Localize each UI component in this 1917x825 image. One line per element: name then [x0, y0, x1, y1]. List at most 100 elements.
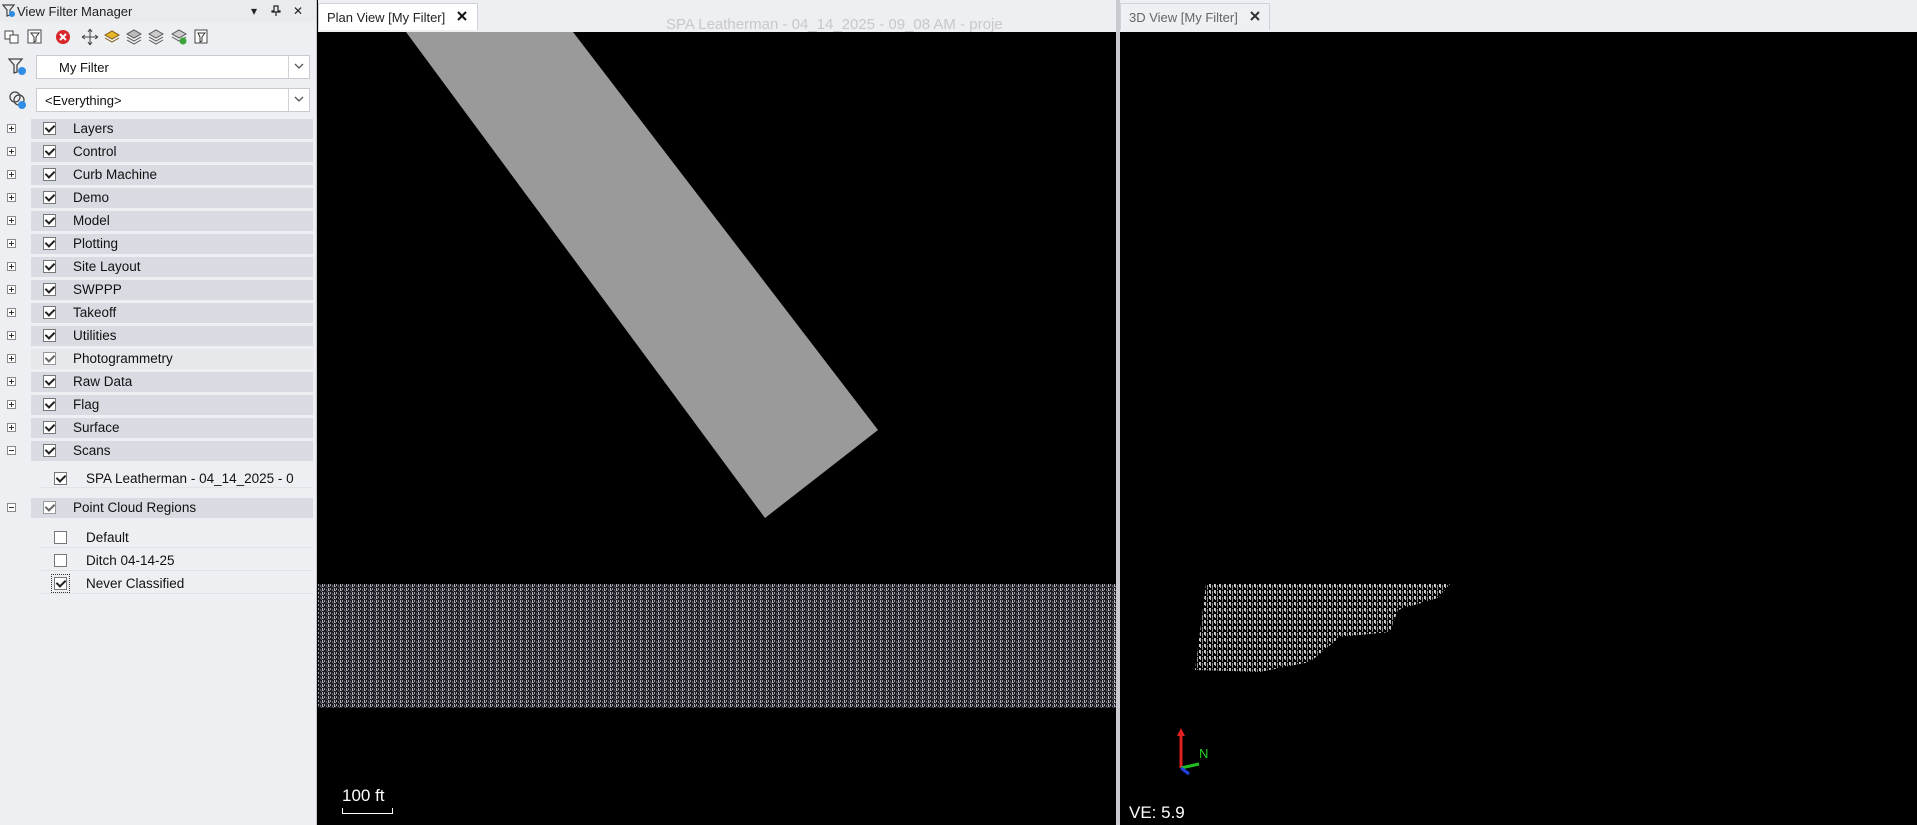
collapse-icon[interactable] — [7, 503, 16, 512]
tree-item-checkbox[interactable] — [43, 168, 56, 181]
collapse-icon[interactable] — [7, 446, 16, 455]
tree-item-demo[interactable]: Demo — [0, 187, 316, 209]
plan-view[interactable]: Plan View [My Filter] SPA Leatherman - 0… — [318, 0, 1116, 825]
expand-icon[interactable] — [7, 216, 16, 225]
tree-item-checkbox[interactable] — [43, 191, 56, 204]
tree-item-label: Plotting — [73, 236, 119, 251]
expand-icon[interactable] — [7, 262, 16, 271]
tree-item-label: Takeoff — [73, 305, 117, 320]
tree-item-checkbox[interactable] — [43, 421, 56, 434]
expand-icon[interactable] — [7, 354, 16, 363]
expand-icon[interactable] — [7, 400, 16, 409]
plan-canvas[interactable] — [318, 32, 1116, 825]
3d-view[interactable]: 3D View [My Filter] N VE: 5.9 — [1120, 0, 1917, 825]
expand-icon[interactable] — [7, 170, 16, 179]
region-item-default[interactable]: Default — [0, 526, 316, 548]
expand-icon[interactable] — [7, 193, 16, 202]
tree-item-label: Surface — [73, 420, 120, 435]
move-icon[interactable] — [81, 28, 99, 46]
tree-item-swppp[interactable]: SWPPP — [0, 279, 316, 301]
layer-stack-icon[interactable] — [125, 28, 143, 46]
tree-item-checkbox[interactable] — [43, 145, 56, 158]
expand-icon[interactable] — [7, 377, 16, 386]
chevron-down-icon[interactable] — [288, 56, 309, 78]
tree-item-model[interactable]: Model — [0, 210, 316, 232]
tab-plan-view-label: Plan View [My Filter] — [327, 10, 446, 25]
expand-icon[interactable] — [7, 147, 16, 156]
region-checkbox[interactable] — [51, 574, 70, 593]
tree-item-scan[interactable]: SPA Leatherman - 04_14_2025 - 0 — [0, 466, 316, 490]
tree-item-curb-machine[interactable]: Curb Machine — [0, 164, 316, 186]
close-icon[interactable] — [1248, 9, 1262, 23]
region-checkbox[interactable] — [54, 554, 67, 567]
3d-canvas[interactable] — [1120, 32, 1917, 825]
view-filter-manager-panel: View Filter Manager ▾ ✕ My Filter <Every… — [0, 0, 317, 825]
tree-item-layers[interactable]: Layers — [0, 118, 316, 140]
tab-3d-view-label: 3D View [My Filter] — [1129, 10, 1238, 25]
tab-3d-view[interactable]: 3D View [My Filter] — [1120, 3, 1270, 30]
tree-item-label: Point Cloud Regions — [73, 500, 197, 515]
filter-settings-icon[interactable] — [193, 28, 211, 46]
vertical-exaggeration-label: VE: 5.9 — [1129, 803, 1185, 822]
expand-icon[interactable] — [7, 331, 16, 340]
tree-item-checkbox[interactable] — [43, 306, 56, 319]
filter-combo-value: My Filter — [59, 60, 109, 75]
tree-item-label: Scans — [73, 443, 111, 458]
tree-item-label: Model — [73, 213, 110, 228]
scope-combo[interactable]: <Everything> — [36, 88, 310, 112]
layer-icon[interactable] — [103, 28, 121, 46]
tree-item-surface[interactable]: Surface — [0, 417, 316, 439]
tree-item-takeoff[interactable]: Takeoff — [0, 302, 316, 324]
layer-group-icon[interactable] — [147, 28, 165, 46]
tree-item-label: SWPPP — [73, 282, 122, 297]
new-filter-icon[interactable] — [3, 28, 21, 46]
3d-view-tab-strip: 3D View [My Filter] — [1120, 0, 1917, 32]
delete-filter-icon[interactable] — [54, 28, 72, 46]
tree-item-checkbox[interactable] — [43, 214, 56, 227]
tree-item-checkbox[interactable] — [54, 472, 67, 485]
tree-item-point-cloud-regions[interactable]: Point Cloud Regions — [0, 497, 316, 519]
tab-plan-view[interactable]: Plan View [My Filter] — [318, 3, 478, 30]
region-label: Never Classified — [86, 576, 185, 591]
tree-item-checkbox[interactable] — [43, 352, 56, 365]
tree-item-checkbox[interactable] — [43, 122, 56, 135]
tree-item-checkbox[interactable] — [43, 398, 56, 411]
tree-item-checkbox[interactable] — [43, 375, 56, 388]
tree-item-label: Curb Machine — [73, 167, 158, 182]
tree-item-raw-data[interactable]: Raw Data — [0, 371, 316, 393]
tree-item-checkbox[interactable] — [43, 260, 56, 273]
expand-icon[interactable] — [7, 124, 16, 133]
region-item-never-classified[interactable]: Never Classified — [0, 572, 316, 594]
edit-filter-icon[interactable] — [26, 28, 44, 46]
expand-icon[interactable] — [7, 308, 16, 317]
point-cloud-3d — [1195, 584, 1450, 672]
tree-item-checkbox[interactable] — [43, 444, 56, 457]
tree-item-checkbox[interactable] — [43, 329, 56, 342]
pin-icon[interactable] — [268, 3, 284, 19]
tree-item-checkbox[interactable] — [43, 501, 56, 514]
tree-item-photogrammetry[interactable]: Photogrammetry — [0, 348, 316, 370]
tree-item-label: Flag — [73, 397, 100, 412]
tree-item-label: Photogrammetry — [73, 351, 173, 366]
tree-item-plotting[interactable]: Plotting — [0, 233, 316, 255]
tree-item-utilities[interactable]: Utilities — [0, 325, 316, 347]
tree-item-checkbox[interactable] — [43, 283, 56, 296]
region-checkbox[interactable] — [54, 531, 67, 544]
tree-item-flag[interactable]: Flag — [0, 394, 316, 416]
chevron-down-icon[interactable] — [288, 89, 309, 111]
expand-icon[interactable] — [7, 285, 16, 294]
tree-item-checkbox[interactable] — [43, 237, 56, 250]
filter-combo[interactable]: My Filter — [36, 55, 310, 79]
close-icon[interactable]: ✕ — [290, 3, 306, 19]
expand-icon[interactable] — [7, 423, 16, 432]
close-icon[interactable] — [455, 9, 469, 23]
expand-icon[interactable] — [7, 239, 16, 248]
region-item-ditch-04-14-25[interactable]: Ditch 04-14-25 — [0, 549, 316, 571]
point-cloud-strip — [318, 584, 1116, 708]
tree-item-control[interactable]: Control — [0, 141, 316, 163]
filter-icon — [2, 4, 16, 17]
tree-item-scans[interactable]: Scans — [0, 440, 316, 462]
tree-item-site-layout[interactable]: Site Layout — [0, 256, 316, 278]
panel-dropdown-button[interactable]: ▾ — [246, 3, 262, 19]
layer-add-icon[interactable] — [170, 28, 188, 46]
